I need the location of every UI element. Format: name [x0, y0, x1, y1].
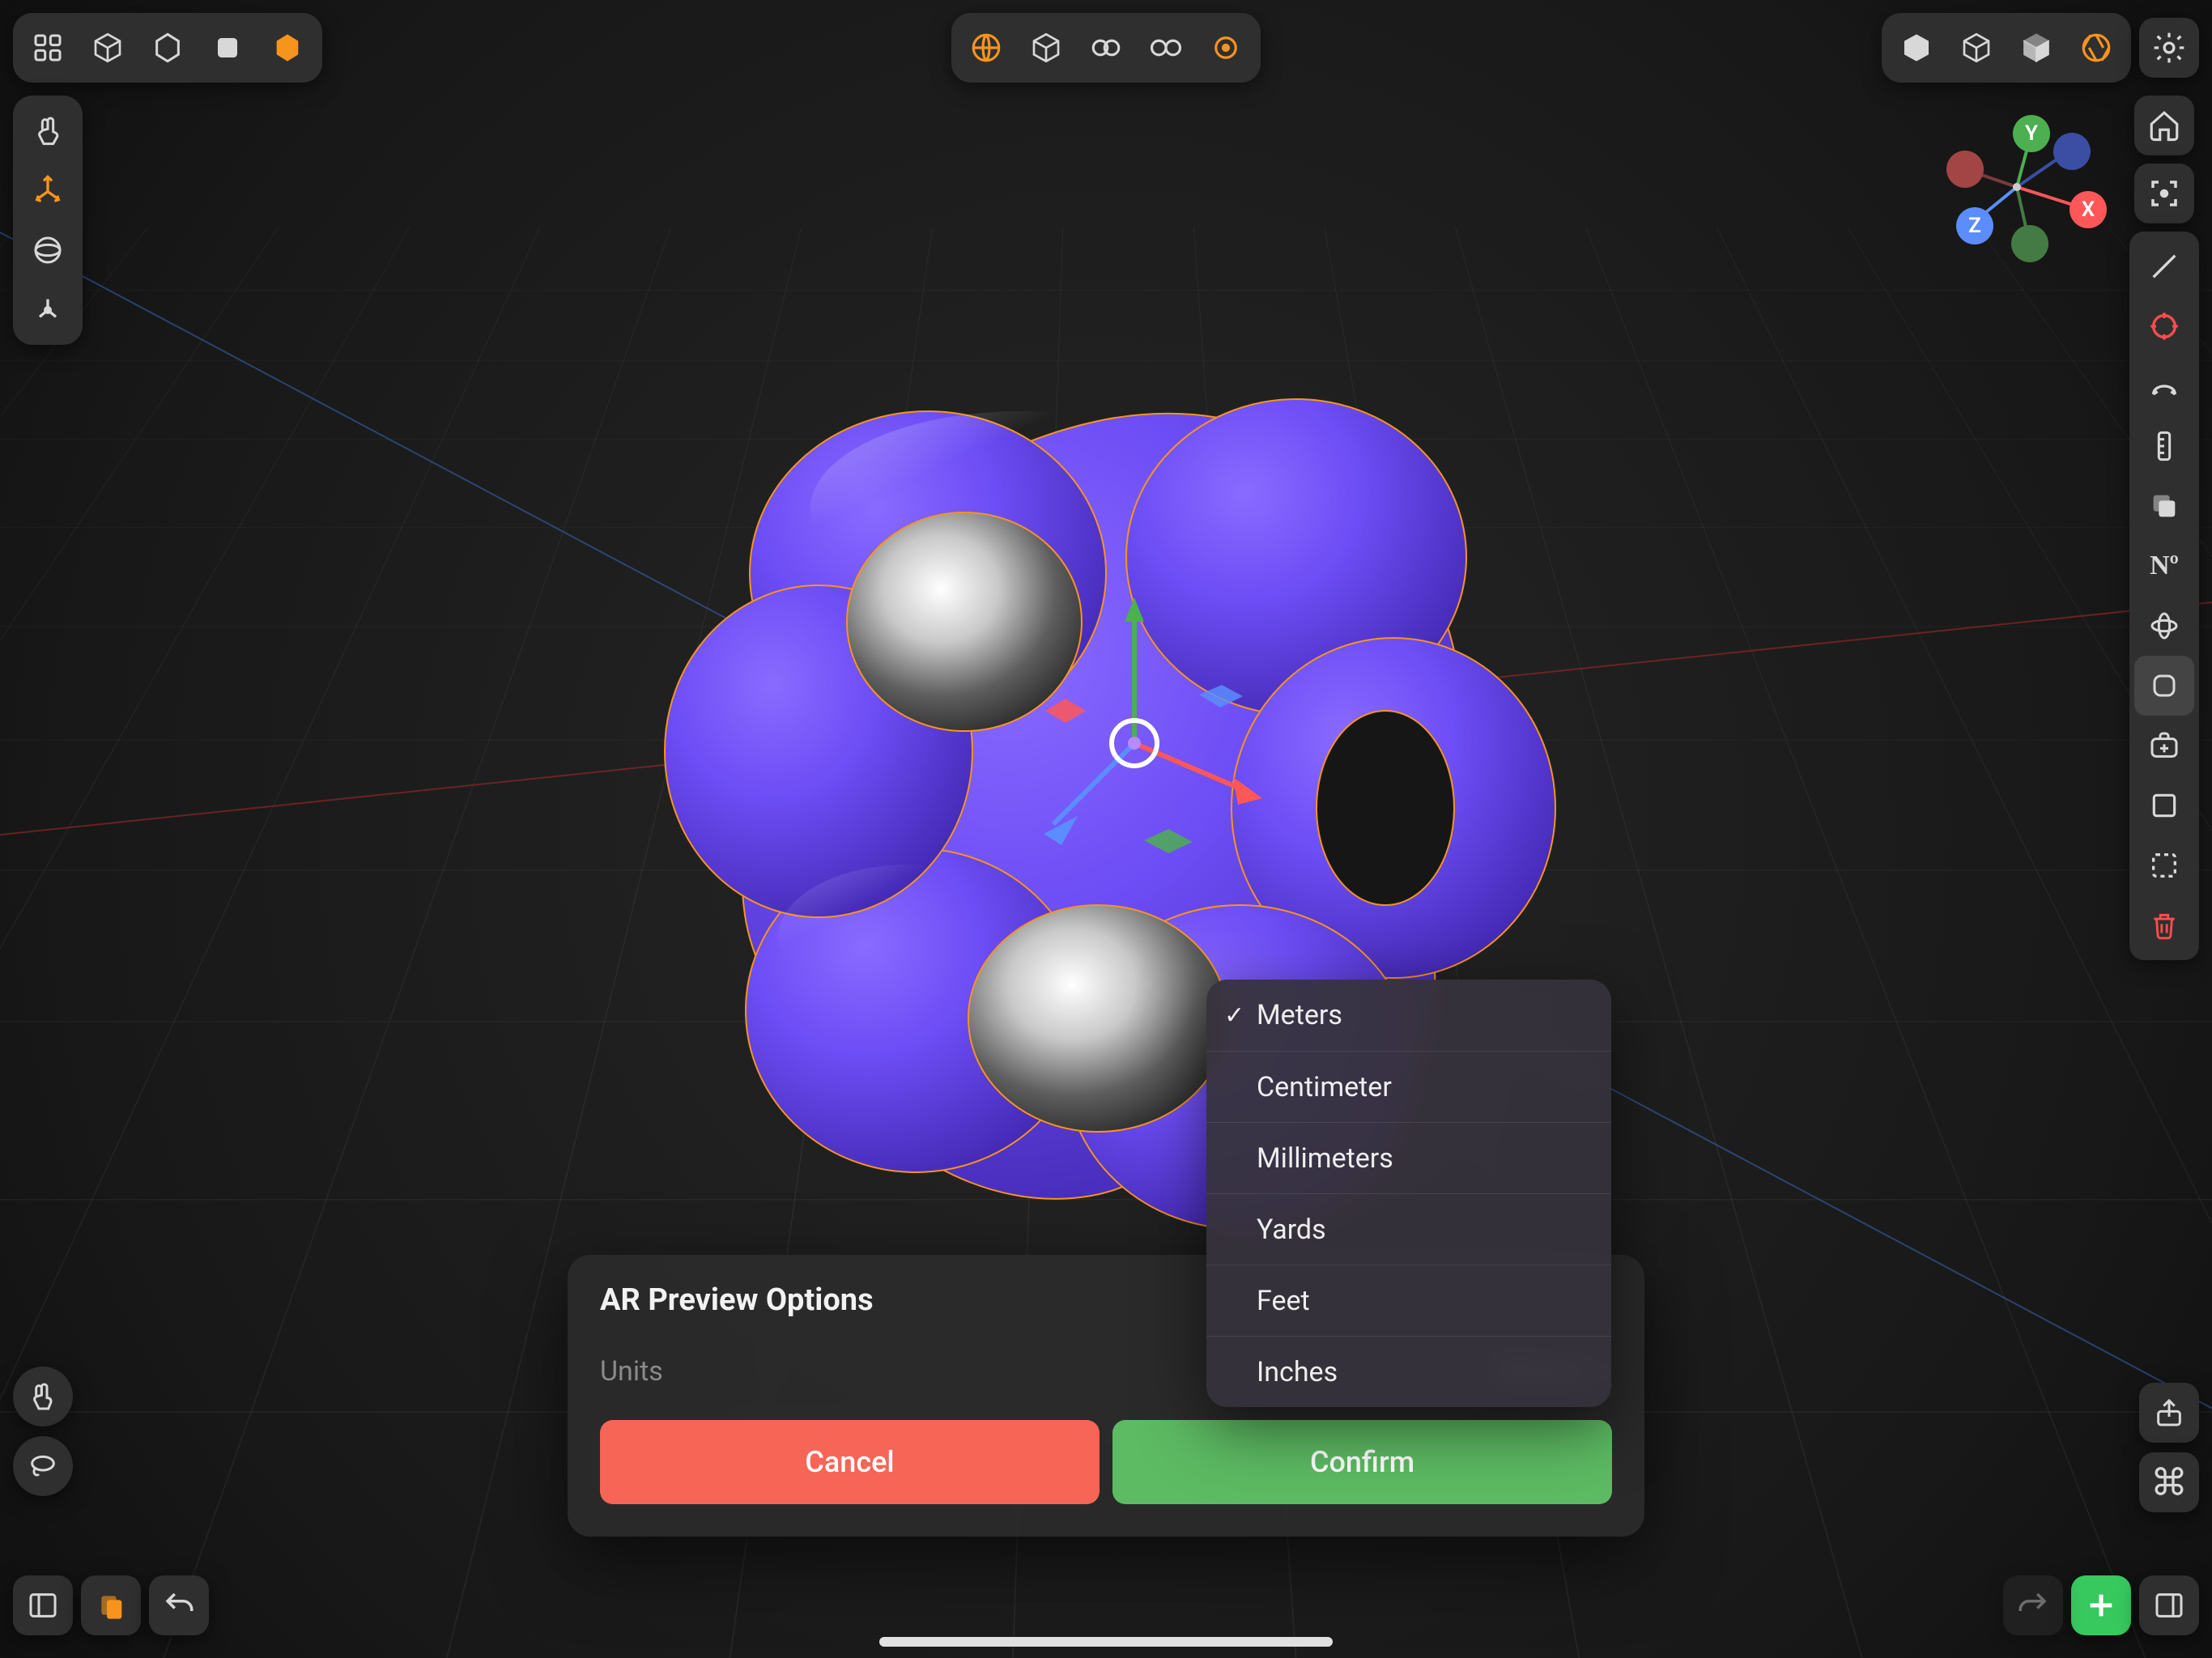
medkit-icon[interactable]: [2134, 716, 2194, 776]
units-option-label: Inches: [1257, 1356, 1338, 1388]
grid-icon[interactable]: [18, 18, 78, 78]
right-tools: Nº: [2129, 96, 2199, 960]
gizmo-neg-x-ball[interactable]: [1946, 151, 1984, 188]
units-option-label: Centimeter: [1257, 1071, 1392, 1103]
cancel-button-label: Cancel: [805, 1445, 894, 1479]
link-icon[interactable]: [1076, 18, 1136, 78]
cube-icon[interactable]: [1016, 18, 1076, 78]
shaded-cube-icon[interactable]: [2006, 18, 2066, 78]
units-option-inches[interactable]: Inches: [1206, 1336, 1611, 1407]
hexagon-outline-icon[interactable]: [138, 18, 198, 78]
units-option-feet[interactable]: Feet: [1206, 1265, 1611, 1336]
right-lower-tools: ⌘: [2139, 1383, 2199, 1512]
confirm-button-label: Confirm: [1310, 1445, 1414, 1479]
units-option-yards[interactable]: Yards: [1206, 1193, 1611, 1265]
top-right-toolbar: [1882, 13, 2199, 83]
filled-square-icon[interactable]: [198, 18, 257, 78]
stacked-sheets-icon[interactable]: [2134, 476, 2194, 536]
gizmo-x-ball[interactable]: X: [2069, 191, 2107, 228]
gizmo-x-label: X: [2082, 198, 2095, 222]
lasso-icon[interactable]: [13, 1436, 73, 1496]
command-icon[interactable]: ⌘: [2139, 1452, 2199, 1512]
bottom-left-upper-tools: [13, 1367, 73, 1496]
orbit-sphere-icon[interactable]: [18, 220, 78, 280]
bottom-left-tools: [13, 1575, 209, 1635]
panel-left-icon[interactable]: [13, 1575, 73, 1635]
orientation-gizmo[interactable]: Y X Z: [1948, 118, 2086, 256]
gizmo-neg-y-ball[interactable]: [2011, 225, 2048, 262]
units-option-label: Millimeters: [1257, 1142, 1393, 1175]
units-option-centimeter[interactable]: Centimeter: [1206, 1051, 1611, 1122]
trash-icon[interactable]: [2134, 895, 2194, 955]
home-indicator: [879, 1637, 1333, 1647]
link-off-icon[interactable]: [1136, 18, 1196, 78]
gyroscope-icon[interactable]: [2134, 596, 2194, 656]
gear-icon[interactable]: [2139, 18, 2199, 78]
wireframe-cube-icon[interactable]: [1946, 18, 2006, 78]
undo-icon[interactable]: [149, 1575, 209, 1635]
ruler-vertical-icon[interactable]: [2134, 416, 2194, 476]
mirror-arc-icon[interactable]: [2134, 356, 2194, 416]
crosshair-target-icon[interactable]: [2134, 296, 2194, 356]
package-icon[interactable]: [1887, 18, 1946, 78]
scrub-hand-icon[interactable]: [13, 1367, 73, 1426]
units-option-meters[interactable]: Meters: [1206, 980, 1611, 1051]
cancel-button[interactable]: Cancel: [600, 1420, 1100, 1504]
gizmo-y-ball[interactable]: Y: [2013, 115, 2050, 152]
target-node-icon[interactable]: [1196, 18, 1256, 78]
confirm-button[interactable]: Confirm: [1112, 1420, 1612, 1504]
numbering-icon[interactable]: Nº: [2134, 536, 2194, 596]
panel-right-icon[interactable]: [2139, 1575, 2199, 1635]
cube-outline-icon[interactable]: [78, 18, 138, 78]
left-tools: [13, 96, 83, 345]
top-left-toolbar: [13, 13, 322, 83]
home-icon[interactable]: [2134, 96, 2194, 155]
units-option-label: Meters: [1257, 999, 1342, 1031]
units-option-label: Feet: [1257, 1285, 1310, 1317]
units-option-millimeters[interactable]: Millimeters: [1206, 1122, 1611, 1193]
empty-square-icon[interactable]: [2134, 776, 2194, 835]
share-icon[interactable]: [2139, 1383, 2199, 1443]
globe-icon[interactable]: [956, 18, 1016, 78]
gizmo-z-ball[interactable]: Z: [1956, 207, 1993, 244]
plus-icon[interactable]: [2071, 1575, 2131, 1635]
aperture-icon[interactable]: [2066, 18, 2126, 78]
units-popover: Meters Centimeter Millimeters Yards Feet…: [1206, 980, 1611, 1407]
axis-move-icon[interactable]: [18, 160, 78, 220]
redo-icon[interactable]: [2003, 1575, 2063, 1635]
gizmo-neg-z-ball[interactable]: [2053, 133, 2091, 170]
diagonal-line-icon[interactable]: [2134, 236, 2194, 296]
rounded-square-icon[interactable]: [2134, 656, 2194, 716]
bottom-right-tools: [2003, 1575, 2199, 1635]
filled-hexagon-icon[interactable]: [257, 18, 317, 78]
gizmo-y-label: Y: [2025, 121, 2038, 146]
top-center-toolbar: [951, 13, 1261, 83]
gizmo-z-label: Z: [1968, 214, 1981, 238]
focus-crosshair-icon[interactable]: [2134, 164, 2194, 223]
touch-hand-icon[interactable]: [18, 100, 78, 160]
clipboard-icon[interactable]: [81, 1575, 141, 1635]
translate-icon[interactable]: [18, 280, 78, 340]
select-dashed-icon[interactable]: [2134, 835, 2194, 895]
units-label: Units: [600, 1355, 663, 1388]
units-option-label: Yards: [1257, 1214, 1326, 1246]
